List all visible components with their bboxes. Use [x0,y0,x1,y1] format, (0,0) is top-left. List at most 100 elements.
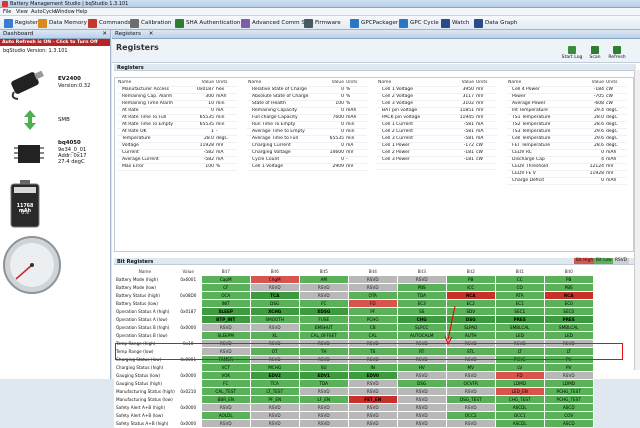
register-row[interactable]: TS3 Temperature 29.6 degC [507,129,627,136]
bit-cell[interactable]: DSG [396,379,447,388]
bit-cell[interactable]: PBS [396,283,447,292]
register-row[interactable]: TS1 Temperature 28.0 degC [507,115,627,122]
bit-cell[interactable]: SMBLCAL [543,323,594,332]
bit-register-row[interactable]: Battery Mode (high) 0x6001 CapM ChgM AM RSVD R… [114,275,594,284]
bit-cell[interactable]: TDA [298,379,349,388]
bit-cell[interactable]: MV [445,363,496,372]
bit-cell[interactable]: RSVD [347,411,398,420]
interface-adapter[interactable]: EV2400 Version:0.32 [0,70,111,102]
bit-cell[interactable]: AOLDL [200,411,251,420]
bit-cell[interactable]: RSVD [200,419,251,428]
register-row[interactable]: At Rate OK 1- [117,129,237,136]
bit-cell[interactable]: RSVD [298,419,349,428]
close-icon[interactable]: ✕ [102,31,107,37]
bit-cell[interactable]: ASCD [543,403,594,412]
bit-register-row[interactable]: Safety Alert A+B (low) AOLDL RSVD RSVD RSVD R… [114,411,594,420]
toolbar-button-gpc-cycle[interactable]: GPC Cycle [399,18,439,28]
register-row[interactable]: Max Error 100% [117,164,237,171]
bit-cell[interactable]: CO [494,283,545,292]
register-row[interactable]: Temperature 28.0 degC [117,136,237,143]
toolbar-button-registers[interactable]: Registers [4,18,41,28]
bit-cell[interactable]: RSVD [396,275,447,284]
bit-register-row[interactable]: Operation Status B (high) 0x0000 RSVD RSVD E… [114,323,594,332]
bit-cell[interactable]: TCA [249,291,300,300]
bit-register-row[interactable]: Manufacturing Status (low) BBR_EN PF_EN LF_… [114,395,594,404]
bit-cell[interactable]: EDV0 [347,371,398,380]
bit-register-row[interactable]: Gauging Status (low) 0x0000 VOK EDV2 EDV1 EDV… [114,371,594,380]
bit-cell[interactable]: RSVD [396,419,447,428]
register-row[interactable]: Cell 3 Current -581 mA [377,136,497,143]
bit-register-row[interactable]: Operation Status A (low) BTP_INT SMOOTH FUS… [114,315,594,324]
register-row[interactable]: Charge Deficit 0 mAh [507,178,627,185]
register-row[interactable]: CEDV FE V 11928 mV [507,171,627,178]
register-row[interactable]: Relative State of Charge 0% [247,87,367,94]
bit-register-row[interactable]: Gauging Status (high) FC TCA TDA RSVD DSG OCVF… [114,379,594,388]
bit-cell[interactable]: EDV2 [249,371,300,380]
bit-cell[interactable]: XCHG [249,307,300,316]
register-row[interactable]: FET Temperature 28.6 degC [507,143,627,150]
bit-cell[interactable]: RSVD [298,387,349,396]
register-row[interactable]: Average Time to Full 65535 min [247,136,367,143]
toolbar-button-calibration[interactable]: Calibration [130,18,171,28]
bit-cell[interactable]: CB [347,323,398,332]
register-row[interactable]: BAT pin voltage 11851 mV [377,108,497,115]
register-row[interactable]: Charging Current 0 mA [247,143,367,150]
register-row[interactable]: TS2 Temperature 28.6 degC [507,122,627,129]
bit-cell[interactable]: RSVD [347,403,398,412]
bit-cell[interactable]: AM [298,275,349,284]
bit-register-row[interactable]: Battery Status (low) INIT DSG FC FD EC3 EC2 EC1… [114,299,594,308]
bit-register-row[interactable]: Operation Status A (high) 0x0187 SLEEP XCHG… [114,307,594,316]
bit-cell[interactable]: RSVD [445,403,496,412]
bit-cell[interactable]: PCHG [347,315,398,324]
bit-register-row[interactable]: Battery Mode (low) CF RSVD RSVD RSVD PBS ICC CO… [114,283,594,292]
bit-cell[interactable]: PRES [494,315,545,324]
bit-register-row[interactable]: Operation Status B (low) SLEEPM XL CAL_OFFS… [114,331,594,340]
register-row[interactable]: Cell 2 Current -581 mA [377,129,497,136]
bit-cell[interactable]: RSVD [396,411,447,420]
bit-cell[interactable]: PF [347,307,398,316]
bit-cell[interactable]: MCHG [249,363,300,372]
menu-help[interactable]: Help [76,9,87,15]
bit-cell[interactable]: TDA [396,291,447,300]
register-row[interactable]: CEDV RC 0 mAh [507,150,627,157]
register-row[interactable]: Remaining Cap. Alarm 300 mAh [117,94,237,101]
bit-cell[interactable]: RSVD [249,419,300,428]
register-row[interactable]: At Rate Time To Full 65535 min [117,115,237,122]
bit-cell[interactable]: VOK [200,371,251,380]
register-row[interactable]: Run Time To Empty 0 min [247,122,367,129]
bit-cell[interactable]: EMSHUT [298,323,349,332]
toolbar-button-watch[interactable]: Watch [441,18,469,28]
register-row[interactable]: Remaining Time Alarm 10 min [117,101,237,108]
bit-cell[interactable]: RSVD [249,323,300,332]
bit-cell[interactable]: OCA [200,291,251,300]
register-row[interactable]: Remaining Capacity 0 mAh [247,108,367,115]
bit-cell[interactable]: PB [445,275,496,284]
bit-cell[interactable]: EC1 [494,299,545,308]
bit-cell[interactable]: SS [396,307,447,316]
bit-cell[interactable]: RSVD [396,403,447,412]
bit-cell[interactable]: RSVD [298,283,349,292]
bit-register-row[interactable]: Battery Status (high) 0x08D0 OCA TCA RSVD OTA… [114,291,594,300]
bit-cell[interactable]: IN [347,363,398,372]
bit-cell[interactable]: OTA [347,291,398,300]
bit-cell[interactable]: CF [200,283,251,292]
bit-cell[interactable]: OCC1 [494,411,545,420]
toolbar-button-data-graph[interactable]: Data Graph [474,18,517,28]
dashboard-tab[interactable]: Dashboard ✕ [0,30,110,39]
register-row[interactable]: At Rate Time To Empty 65535 min [117,122,237,129]
register-row[interactable]: Power -705 cW [507,94,627,101]
vertical-scrollbar[interactable] [634,70,640,370]
menu-autocycle[interactable]: AutoCycle [31,9,56,15]
bit-cell[interactable]: RSVD [200,403,251,412]
toolbar-button-commands[interactable]: Commands [88,18,131,28]
bit-cell[interactable]: LT_TEST [249,387,300,396]
bit-cell[interactable]: RCA [543,291,594,300]
bit-register-row[interactable]: Charging Status (high) VCT MCHG SU IN HV MV LV P… [114,363,594,372]
toolbar-button-sha[interactable]: SHA Authentication [175,18,240,28]
bit-cell[interactable]: INIT [200,299,251,308]
bit-cell[interactable]: CC [494,275,545,284]
register-row[interactable]: Cell 1 Voltage 2909 mV [247,164,367,171]
bit-cell[interactable]: SLEEPM [200,331,251,340]
toolbar-button-gpc-packager[interactable]: GPCPackager [350,18,398,28]
bit-cell[interactable]: RSVD [543,371,594,380]
